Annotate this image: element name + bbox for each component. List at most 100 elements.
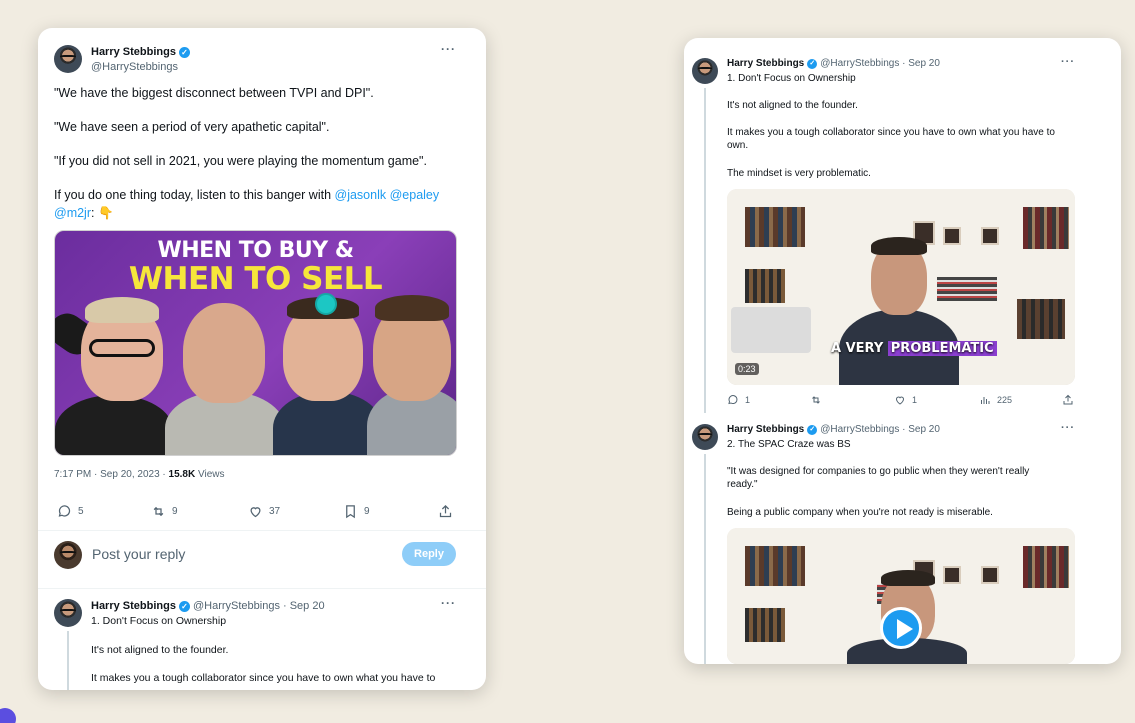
books (1017, 299, 1065, 339)
play-button-icon[interactable] (880, 607, 922, 649)
tweet-line-3: The mindset is very problematic. (727, 168, 871, 179)
verified-badge-icon: ✓ (807, 58, 818, 69)
colon-text: : (91, 206, 95, 220)
mention-epaley[interactable]: @epaley (390, 188, 440, 202)
reply-icon (58, 505, 71, 517)
tweet-line-1b: ready." (727, 479, 758, 490)
heart-icon (250, 507, 261, 518)
picture-frame (981, 227, 999, 245)
quote-line-1: "We have the biggest disconnect between … (54, 86, 374, 100)
books (745, 269, 785, 303)
caption-text-1: A VERY (831, 341, 888, 356)
verified-badge-icon: ✓ (178, 600, 190, 612)
author-avatar[interactable] (54, 45, 82, 73)
video-thumbnail[interactable]: WHEN TO BUY & WHEN TO SELL (54, 230, 457, 456)
person-2-face (183, 303, 265, 403)
picture-frame (943, 227, 961, 245)
like-count: 37 (269, 506, 281, 517)
share-action[interactable] (438, 504, 453, 519)
verified-badge-icon: ✓ (807, 424, 818, 435)
like-action[interactable]: 37 (248, 504, 280, 519)
corner-bubble (0, 708, 16, 723)
author-name[interactable]: Harry Stebbings (727, 424, 804, 435)
divider (38, 530, 486, 531)
main-tweet-card: Harry Stebbings ✓ @HarryStebbings ··· "W… (38, 28, 486, 690)
thumbnail-title-1: WHEN TO BUY & (157, 238, 354, 263)
author-name[interactable]: Harry Stebbings (727, 58, 804, 69)
cursor-dot-icon (315, 293, 337, 315)
views-action[interactable]: 225 (979, 394, 1012, 406)
repost-count: 9 (172, 506, 178, 517)
books (1023, 207, 1069, 249)
thread-title: 1. Don't Focus on Ownership (91, 615, 227, 627)
cta-line-2: @m2jr: 👇 (54, 205, 114, 221)
cta-line: If you do one thing today, listen to thi… (54, 188, 439, 202)
thread-avatar[interactable] (54, 599, 82, 627)
divider (38, 588, 486, 589)
reply-input[interactable]: Post your reply (92, 546, 185, 562)
person-1-hair (85, 297, 159, 323)
mention-m2jr[interactable]: @m2jr (54, 206, 91, 220)
bar-chart-icon (981, 397, 990, 404)
thread-line (704, 88, 706, 413)
like-action[interactable]: 1 (894, 394, 917, 406)
thread-handle-date[interactable]: @HarryStebbings · Sep 20 (193, 600, 325, 612)
more-options-icon[interactable]: ··· (1061, 422, 1075, 434)
bookmark-count: 9 (364, 506, 370, 517)
author-handle[interactable]: @HarryStebbings (91, 61, 178, 73)
video-player[interactable] (727, 528, 1075, 664)
repost-action[interactable]: 9 (151, 504, 178, 519)
timestamp[interactable]: 7:17 PM · Sep 20, 2023 · (54, 469, 169, 480)
share-icon (439, 504, 452, 518)
reply-action[interactable]: 1 (727, 394, 750, 406)
repost-icon (812, 396, 820, 404)
tweet-meta: 7:17 PM · Sep 20, 2023 · 15.8K Views (54, 469, 224, 480)
share-action[interactable] (1062, 394, 1074, 406)
reply-count: 5 (78, 506, 84, 517)
handle-date[interactable]: @HarryStebbings · Sep 20 (820, 424, 940, 435)
heart-icon (895, 396, 905, 405)
reply-button[interactable]: Reply (402, 542, 456, 566)
more-options-icon[interactable]: ··· (1061, 56, 1075, 68)
thread-author-row: Harry Stebbings ✓ @HarryStebbings · Sep … (91, 600, 325, 612)
author-name[interactable]: Harry Stebbings (91, 46, 176, 58)
thread-line-1: It's not aligned to the founder. (91, 644, 229, 656)
views-count: 15.8K (168, 469, 196, 480)
video-caption: A VERY PROBLEMATIC (831, 341, 997, 356)
handle-date[interactable]: @HarryStebbings · Sep 20 (820, 58, 940, 69)
bookmark-icon (346, 505, 355, 519)
speaker-hair (881, 570, 935, 586)
tweet-line-2a: It makes you a tough collaborator since … (727, 127, 1055, 138)
repost-action[interactable] (810, 394, 822, 406)
thread-line (67, 631, 69, 690)
thread-card: Harry Stebbings ✓ @HarryStebbings · Sep … (684, 38, 1121, 664)
cta-text: If you do one thing today, listen to thi… (54, 188, 332, 202)
thread-line-2: It makes you a tough collaborator since … (91, 672, 436, 684)
reply-count: 1 (745, 395, 751, 405)
caption-text-2: PROBLEMATIC (887, 341, 997, 356)
tweet-line-2: Being a public company when you're not r… (727, 507, 993, 518)
author-avatar[interactable] (692, 424, 718, 450)
author-row: Harry Stebbings ✓ @HarryStebbings · Sep … (727, 58, 940, 69)
picture-frame (943, 566, 961, 584)
reply-action[interactable]: 5 (57, 504, 84, 519)
author-row: Harry Stebbings ✓ @HarryStebbings · Sep … (727, 424, 940, 435)
verified-badge-icon: ✓ (178, 46, 190, 58)
thread-author-name[interactable]: Harry Stebbings (91, 600, 176, 612)
picture-frame (981, 566, 999, 584)
more-options-icon[interactable]: ··· (441, 42, 456, 56)
person-1-body (55, 395, 173, 455)
bookmark-action[interactable]: 9 (343, 504, 370, 519)
video-player[interactable]: A VERY PROBLEMATIC 0:23 (727, 189, 1075, 385)
tweet-title: 2. The SPAC Craze was BS (727, 439, 851, 450)
tweet-line-2b: own. (727, 140, 749, 151)
mention-jasonlk[interactable]: @jasonlk (335, 188, 387, 202)
pointing-down-emoji-icon: 👇 (97, 205, 114, 220)
quote-line-2: "We have seen a period of very apathetic… (54, 120, 330, 134)
author-avatar[interactable] (692, 58, 718, 84)
tweet-title: 1. Don't Focus on Ownership (727, 73, 856, 84)
user-avatar (54, 541, 82, 569)
more-options-icon[interactable]: ··· (441, 596, 456, 610)
reply-icon (728, 395, 738, 405)
speaker-hair (871, 237, 927, 255)
